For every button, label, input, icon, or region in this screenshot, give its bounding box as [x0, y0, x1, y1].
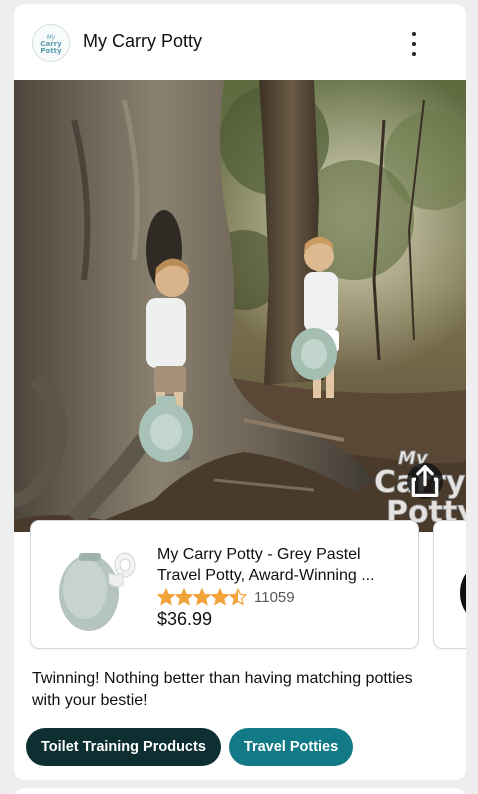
next-product-thumbnail — [460, 563, 466, 623]
tag-toilet-training-products[interactable]: Toilet Training Products — [26, 728, 221, 766]
product-card[interactable]: My Carry Potty - Grey Pastel Travel Pott… — [30, 520, 419, 649]
kids-with-potties-photo: My Carry Potty — [14, 80, 466, 532]
product-title[interactable]: My Carry Potty - Grey Pastel Travel Pott… — [157, 544, 407, 586]
tag-list: Toilet Training Products Travel Potties — [26, 728, 354, 766]
product-carousel[interactable]: My Carry Potty - Grey Pastel Travel Pott… — [14, 520, 466, 654]
star-full-icon — [175, 588, 193, 606]
share-icon[interactable] — [407, 463, 443, 499]
product-title-line-2: Travel Potty, Award-Winning ... — [157, 567, 375, 584]
star-full-icon — [193, 588, 211, 606]
tag-travel-potties[interactable]: Travel Potties — [228, 728, 354, 766]
brand-avatar[interactable]: My Carry Potty — [32, 24, 70, 62]
post-photo[interactable]: My Carry Potty — [14, 80, 466, 532]
star-full-icon — [211, 588, 229, 606]
star-full-icon — [157, 588, 175, 606]
svg-text:Potty: Potty — [40, 47, 62, 55]
rating-stars — [157, 588, 247, 606]
brand-name[interactable]: My Carry Potty — [83, 31, 202, 52]
review-count: 11059 — [254, 588, 295, 606]
next-post-card — [14, 788, 466, 794]
share-glyph-icon — [411, 464, 439, 498]
product-thumbnail — [59, 552, 136, 631]
post-card: My Carry Potty My Carry Potty My Pott My… — [14, 4, 466, 780]
product-rating: 11059 — [157, 587, 295, 607]
post-caption: Twinning! Nothing better than having mat… — [32, 670, 413, 709]
more-vertical-icon[interactable] — [402, 30, 426, 58]
product-price: $36.99 — [157, 609, 213, 629]
product-title-line-1: My Carry Potty - Grey Pastel — [157, 546, 361, 563]
next-product-card[interactable] — [433, 520, 466, 649]
star-half-icon — [229, 588, 247, 606]
brand-logo-icon: My Carry Potty — [40, 34, 62, 55]
post-header: My Carry Potty My Carry Potty — [14, 4, 466, 80]
